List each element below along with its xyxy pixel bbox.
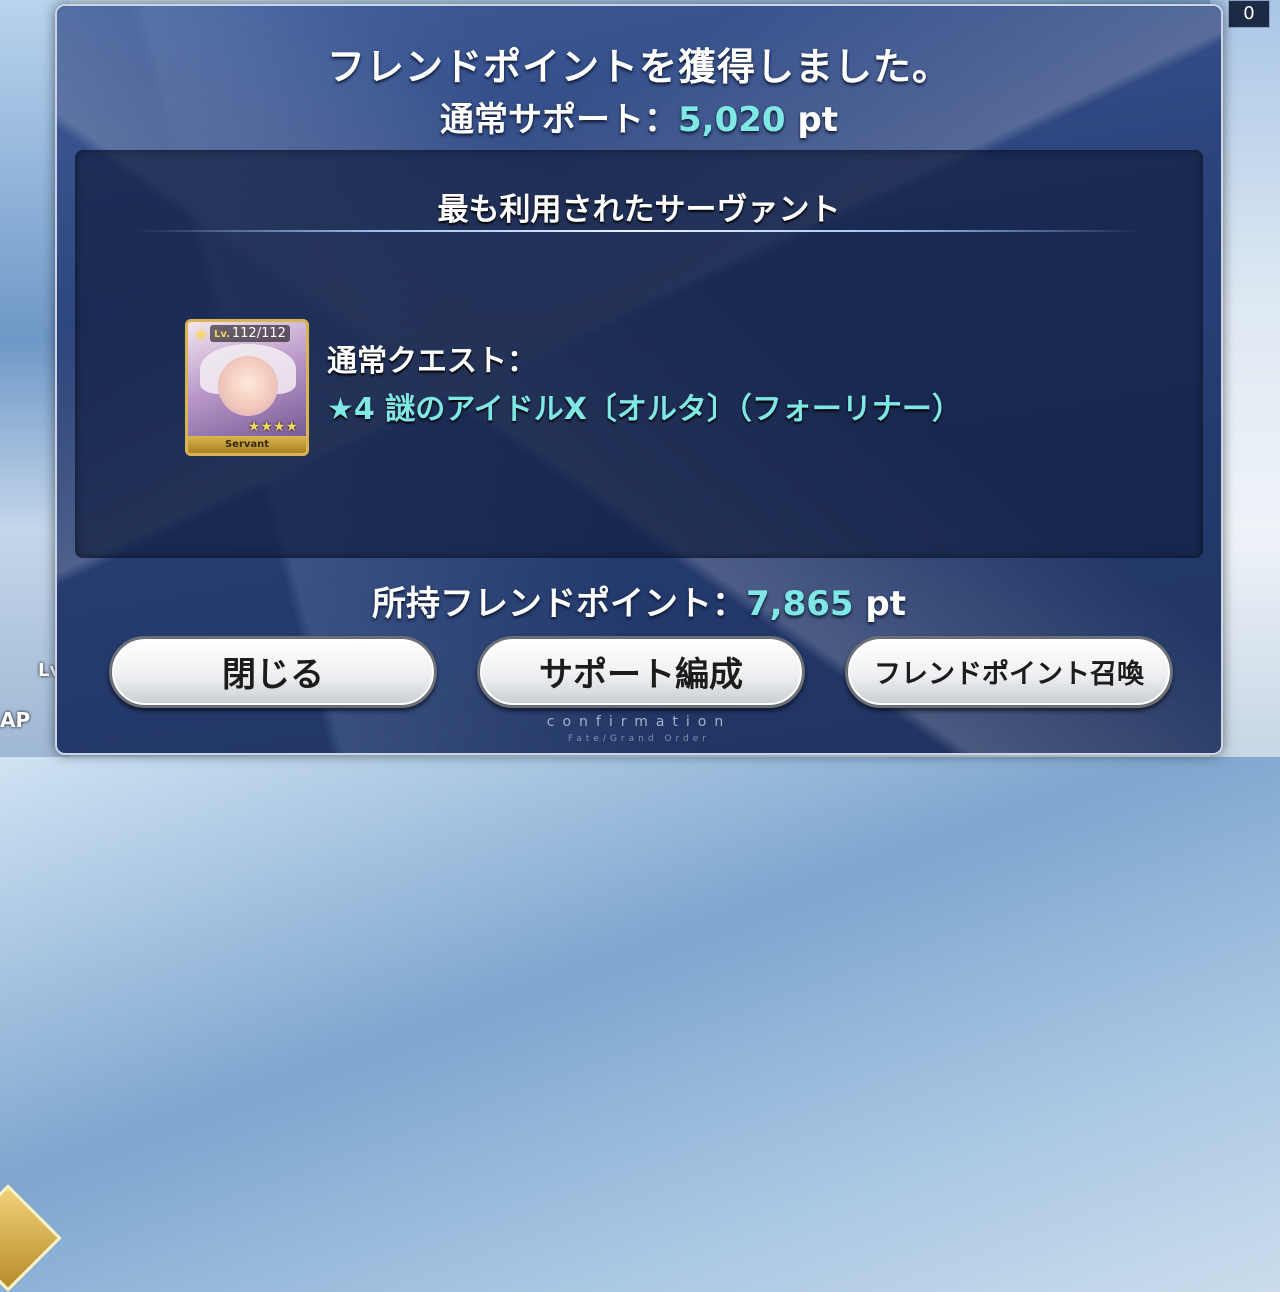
most-used-panel: 最も利用されたサーヴァント ✷ Lv. 112/112 ★★★★ Servant … [75,150,1203,558]
owned-points-unit: pt [865,584,906,624]
normal-support-label: 通常サポート： [440,100,678,140]
level-prefix: Lv. [214,329,230,340]
footer-logo-text: Fate/Grand Order [567,734,710,744]
card-footer-label: Servant [188,436,306,453]
quest-label: 通常クエスト： [327,344,537,379]
friend-point-dialog: フレンドポイントを獲得しました。 通常サポート：5,020 pt 最も利用された… [55,4,1223,755]
rarity-stars: ★★★★ [247,419,298,435]
footer-confirmation: confirmation [546,714,732,730]
heading-divider [135,230,1143,232]
class-foreigner-icon: ✷ [192,323,210,347]
hud-emblem-icon [0,1184,62,1292]
owned-points-line: 所持フレンドポイント：7,865 pt [57,576,1221,625]
normal-support-line: 通常サポート：5,020 pt [57,92,1221,141]
servant-portrait-icon [218,356,278,416]
owned-points-label: 所持フレンドポイント： [372,584,746,624]
owned-points-value: 7,865 [746,584,854,624]
servant-name: ★4 謎のアイドルX〔オルタ〕（フォーリナー） [327,392,962,427]
normal-support-value: 5,020 [678,100,786,140]
dialog-title: フレンドポイントを獲得しました。 [326,45,951,89]
top-counter: 0 [1228,0,1270,28]
hud-ap-label: AP [0,708,31,732]
normal-support-unit: pt [797,100,838,140]
servant-card[interactable]: ✷ Lv. 112/112 ★★★★ Servant [185,319,309,456]
most-used-heading: 最も利用されたサーヴァント [437,192,841,228]
support-formation-button[interactable]: サポート編成 [477,636,805,708]
friend-point-summon-button[interactable]: フレンドポイント召喚 [845,636,1173,708]
servant-level: Lv. 112/112 [210,325,290,342]
close-button[interactable]: 閉じる [109,636,437,708]
level-value: 112/112 [231,326,286,341]
